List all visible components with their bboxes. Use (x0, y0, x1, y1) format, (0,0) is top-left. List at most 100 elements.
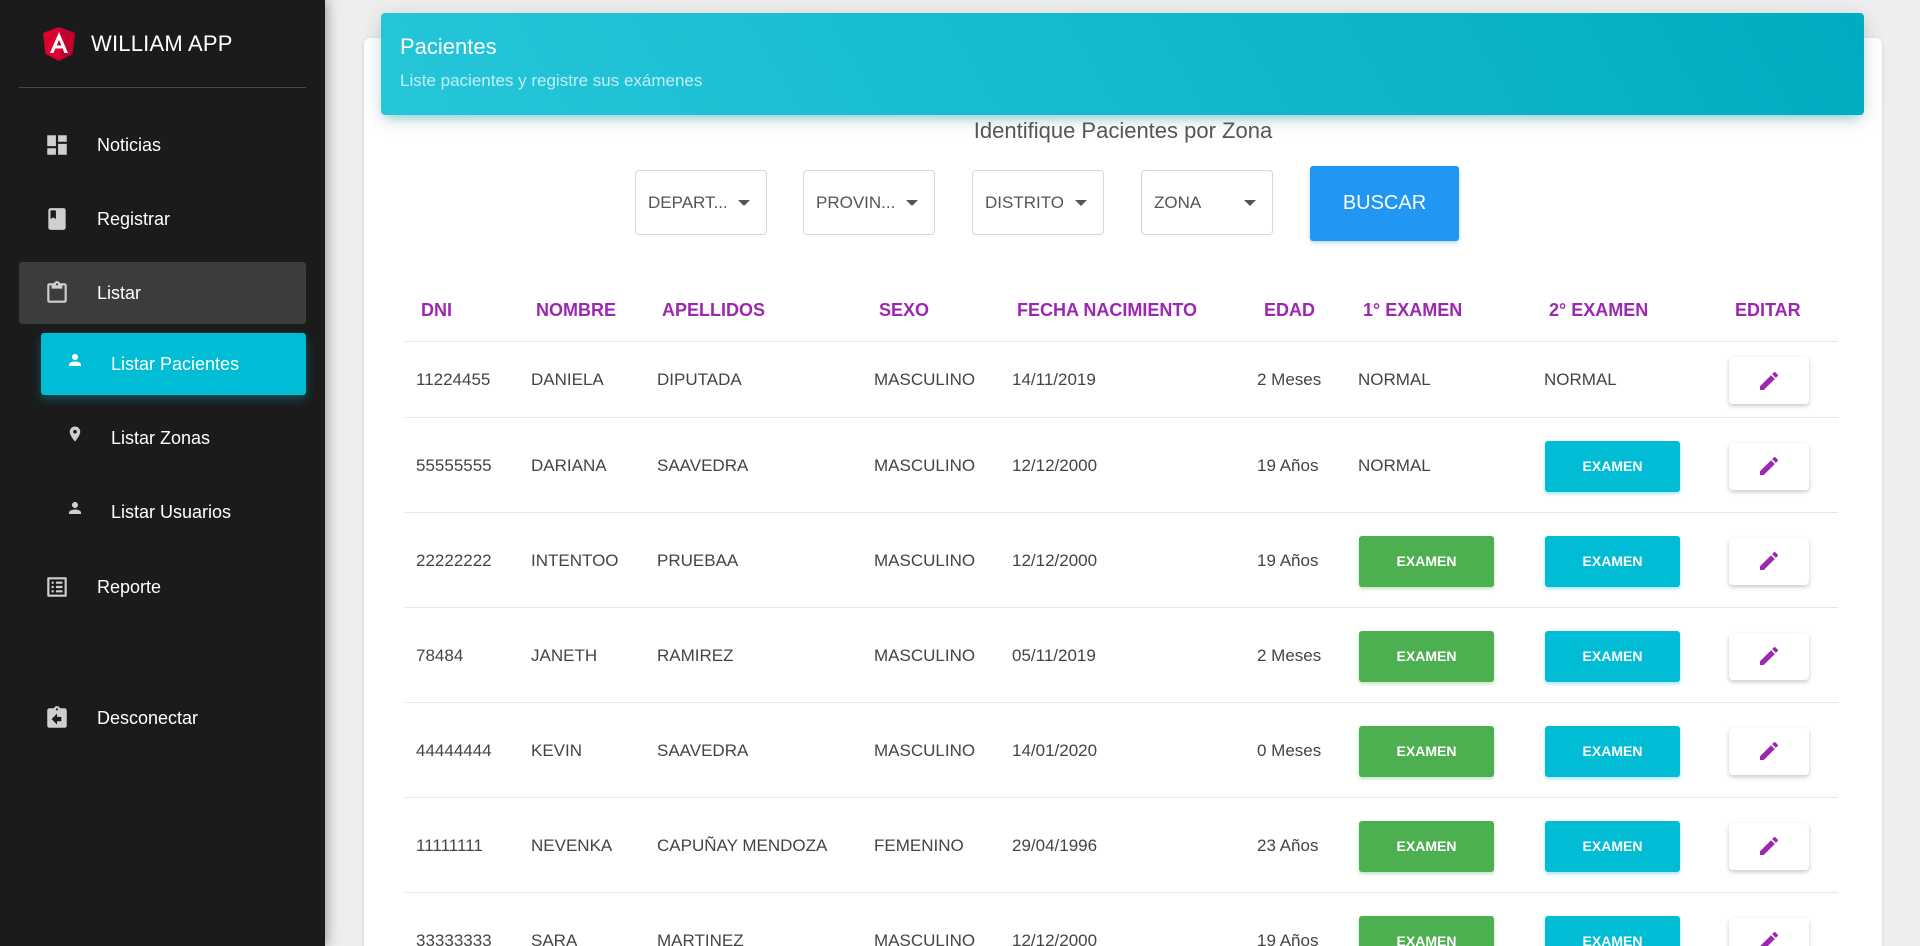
column-header-nombre: NOMBRE (536, 300, 616, 320)
cell-edad: 2 Meses (1257, 645, 1322, 665)
edit-button[interactable] (1729, 822, 1809, 870)
cell-dni: 44444444 (416, 740, 492, 760)
sidebar-item-registrar[interactable]: Registrar (19, 188, 306, 250)
logout-clipboard-icon (43, 704, 71, 732)
distrito-select-value: DISTRITO (985, 192, 1063, 212)
provincia-select[interactable]: PROVIN... (803, 170, 935, 235)
column-header-apellidos: APELLIDOS (662, 300, 766, 320)
cell-nombre: JANETH (531, 645, 598, 665)
column-header-editar: EDITAR (1735, 300, 1801, 320)
sidebar-item-label: Listar (97, 282, 142, 303)
cell-dni: 11111111 (416, 835, 483, 855)
column-header-examen-1: 1° EXAMEN (1363, 300, 1463, 320)
departamento-select-value: DEPART... (648, 192, 726, 212)
cell-sexo: MASCULINO (874, 370, 976, 389)
edit-button[interactable] (1729, 357, 1809, 404)
edit-button[interactable] (1729, 442, 1809, 490)
examen-1-button[interactable]: EXAMEN (1359, 725, 1494, 777)
examen-2-button[interactable]: EXAMEN (1545, 725, 1680, 777)
cell-apellidos: RAMIREZ (657, 645, 734, 665)
sidebar-item-label: Listar Pacientes (111, 353, 240, 374)
examen-1-button[interactable]: EXAMEN (1359, 915, 1494, 946)
sidebar-item-label: Listar Zonas (111, 427, 211, 448)
caret-down-icon (1244, 200, 1256, 206)
cell-dni: 33333333 (416, 930, 492, 946)
sidebar-item-label: Noticias (97, 134, 162, 155)
examen-1-result: NORMAL (1358, 455, 1431, 475)
book-icon (43, 205, 71, 233)
sidebar-item-desconectar[interactable]: Desconectar (19, 687, 306, 749)
dashboard-icon (43, 131, 71, 159)
pencil-icon (1760, 931, 1779, 946)
cell-dni: 11224455 (416, 370, 491, 389)
sidebar-item-label: Registrar (97, 208, 171, 229)
edit-button[interactable] (1729, 727, 1809, 775)
caret-down-icon (906, 200, 918, 206)
cell-apellidos: MARTINEZ (657, 930, 744, 946)
column-header-sexo: SEXO (879, 300, 930, 320)
cell-fecha-nacimiento: 14/11/2019 (1012, 370, 1096, 389)
pencil-icon (1760, 741, 1779, 760)
clipboard-icon (43, 279, 71, 307)
sidebar-subitem-listar-zonas[interactable]: Listar Zonas (41, 407, 306, 469)
page-subtitle: Liste pacientes y registre sus exámenes (400, 71, 703, 90)
cell-apellidos: SAAVEDRA (657, 455, 749, 475)
caret-down-icon (738, 200, 750, 206)
examen-2-button[interactable]: EXAMEN (1545, 820, 1680, 872)
cell-nombre: INTENTOO (531, 550, 619, 570)
caret-down-icon (1075, 200, 1087, 206)
cell-sexo: FEMENINO (874, 835, 964, 855)
cell-edad: 19 Años (1257, 550, 1319, 570)
search-button[interactable]: BUSCAR (1310, 166, 1459, 241)
examen-1-button[interactable]: EXAMEN (1359, 820, 1494, 872)
cell-edad: 0 Meses (1257, 740, 1322, 760)
app-name: WILLIAM APP (91, 30, 233, 56)
examen-2-button[interactable]: EXAMEN (1545, 535, 1680, 587)
column-header-dni: DNI (421, 300, 452, 320)
provincia-select-value: PROVIN... (816, 192, 894, 212)
cell-fecha-nacimiento: 12/12/2000 (1012, 550, 1098, 570)
filter-title: Identifique Pacientes por Zona (973, 118, 1273, 143)
table-row: 44444444 KEVIN SAAVEDRA MASCULINO 14/01/2020… (405, 703, 1838, 798)
examen-1-button[interactable]: EXAMEN (1359, 535, 1494, 587)
cell-sexo: MASCULINO (874, 930, 976, 946)
examen-2-button[interactable]: EXAMEN (1545, 630, 1680, 682)
cell-nombre: DARIANA (531, 455, 607, 475)
location-pin-icon (65, 424, 85, 444)
departamento-select[interactable]: DEPART... (635, 170, 767, 235)
cell-fecha-nacimiento: 29/04/1996 (1012, 835, 1098, 855)
table-header: DNI NOMBRE APELLIDOS SEXO FECHA NACIMIEN… (405, 286, 1838, 342)
examen-2-button[interactable]: EXAMEN (1545, 915, 1680, 946)
table-row: 55555555 DARIANA SAAVEDRA MASCULINO 12/12/20… (405, 418, 1838, 513)
examen-1-button[interactable]: EXAMEN (1359, 630, 1494, 682)
distrito-select[interactable]: DISTRITO (972, 170, 1104, 235)
cell-edad: 23 Años (1257, 835, 1319, 855)
cell-sexo: MASCULINO (874, 455, 976, 475)
sidebar-item-reporte[interactable]: Reporte (19, 556, 306, 618)
cell-nombre: NEVENKA (531, 835, 613, 855)
pencil-icon (1760, 456, 1779, 475)
examen-2-button[interactable]: EXAMEN (1545, 440, 1680, 492)
examen-1-result: NORMAL (1358, 370, 1431, 389)
sidebar-item-label: Listar Usuarios (111, 501, 232, 522)
zona-select-value: ZONA (1154, 192, 1202, 212)
sidebar-subitem-listar-pacientes[interactable]: Listar Pacientes (41, 333, 306, 395)
cell-nombre: DANIELA (531, 370, 604, 389)
zona-select[interactable]: ZONA (1141, 170, 1273, 235)
edit-button[interactable] (1729, 917, 1809, 946)
cell-dni: 78484 (416, 645, 464, 665)
edit-button[interactable] (1729, 537, 1809, 585)
cell-sexo: MASCULINO (874, 550, 976, 570)
sidebar-subitem-listar-usuarios[interactable]: Listar Usuarios (41, 481, 306, 543)
sidebar-item-noticias[interactable]: Noticias (19, 114, 306, 176)
table-row: 11224455 DANIELA DIPUTADA MASCULINO 14/11/20… (405, 342, 1838, 418)
cell-apellidos: CAPUÑAY MENDOZA (657, 835, 828, 855)
person-icon (65, 350, 85, 370)
edit-button[interactable] (1729, 632, 1809, 680)
table-row: 78484 JANETH RAMIREZ MASCULINO 05/11/2019 2 M… (405, 608, 1838, 703)
cell-sexo: MASCULINO (874, 740, 976, 760)
sidebar-item-listar[interactable]: Listar (19, 262, 306, 324)
column-header-fecha-nacimiento: FECHA NACIMIENTO (1017, 300, 1197, 320)
pencil-icon (1760, 836, 1779, 855)
sidebar-item-label: Desconectar (97, 707, 199, 728)
